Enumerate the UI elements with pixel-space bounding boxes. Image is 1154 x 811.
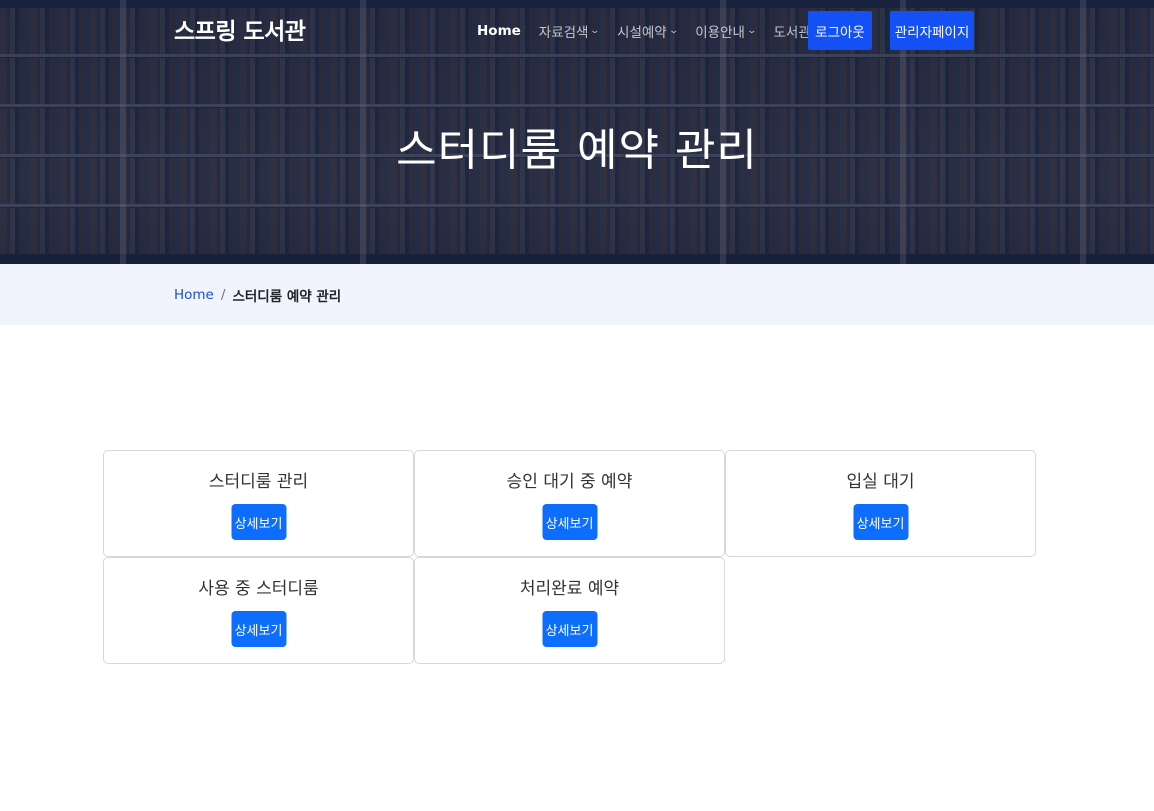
breadcrumb: Home / 스터디룸 예약 관리 <box>174 285 341 305</box>
nav-item-home[interactable]: Home <box>477 23 521 39</box>
detail-button[interactable]: 상세보기 <box>231 611 286 647</box>
card-in-use-studyrooms: 사용 중 스터디룸 상세보기 <box>103 557 414 664</box>
nav-menu: Home 자료검색 ⌄ 시설예약 ⌄ 이용안내 ⌄ 도서관소식 ⌄ <box>477 20 864 42</box>
detail-button[interactable]: 상세보기 <box>853 504 908 540</box>
chevron-down-icon: ⌄ <box>746 26 758 36</box>
brand-logo[interactable]: 스프링 도서관 <box>174 12 306 46</box>
nav-item-search[interactable]: 자료검색 ⌄ <box>538 21 601 41</box>
breadcrumb-bar: Home / 스터디룸 예약 관리 <box>0 264 1154 325</box>
detail-button[interactable]: 상세보기 <box>231 504 286 540</box>
card-title: 사용 중 스터디룸 <box>198 579 319 599</box>
top-navbar: 스프링 도서관 Home 자료검색 ⌄ 시설예약 ⌄ 이용안내 ⌄ 도서관소식 … <box>0 0 1154 62</box>
card-title: 처리완료 예약 <box>519 579 620 599</box>
nav-item-label: Home <box>477 23 521 39</box>
hero-banner: 스프링 도서관 Home 자료검색 ⌄ 시설예약 ⌄ 이용안내 ⌄ 도서관소식 … <box>0 0 1154 264</box>
card-studyroom-management: 스터디룸 관리 상세보기 <box>103 450 414 557</box>
nav-item-usage-guide[interactable]: 이용안내 ⌄ <box>695 21 758 41</box>
breadcrumb-current: 스터디룸 예약 관리 <box>232 289 342 305</box>
breadcrumb-separator: / <box>220 287 226 303</box>
card-pending-reservations: 승인 대기 중 예약 상세보기 <box>414 450 725 557</box>
detail-button[interactable]: 상세보기 <box>542 504 597 540</box>
nav-item-label: 자료검색 <box>538 25 589 41</box>
card-completed-reservations: 처리완료 예약 상세보기 <box>414 557 725 664</box>
page-title: 스터디룸 예약 관리 <box>396 125 758 176</box>
card-title: 스터디룸 관리 <box>208 472 309 492</box>
chevron-down-icon: ⌄ <box>589 26 601 36</box>
breadcrumb-home-link[interactable]: Home <box>174 287 214 303</box>
detail-button[interactable]: 상세보기 <box>542 611 597 647</box>
card-title: 승인 대기 중 예약 <box>506 472 633 492</box>
card-title: 입실 대기 <box>846 472 915 492</box>
nav-item-label: 이용안내 <box>695 25 745 41</box>
nav-item-facility-reservation[interactable]: 시설예약 ⌄ <box>617 21 679 41</box>
chevron-down-icon: ⌄ <box>668 26 679 36</box>
nav-item-label: 시설예약 <box>617 25 667 41</box>
card-checkin-waiting: 입실 대기 상세보기 <box>725 450 1036 557</box>
admin-page-button[interactable]: 관리자페이지 <box>890 11 974 50</box>
logout-button[interactable]: 로그아웃 <box>808 11 872 50</box>
